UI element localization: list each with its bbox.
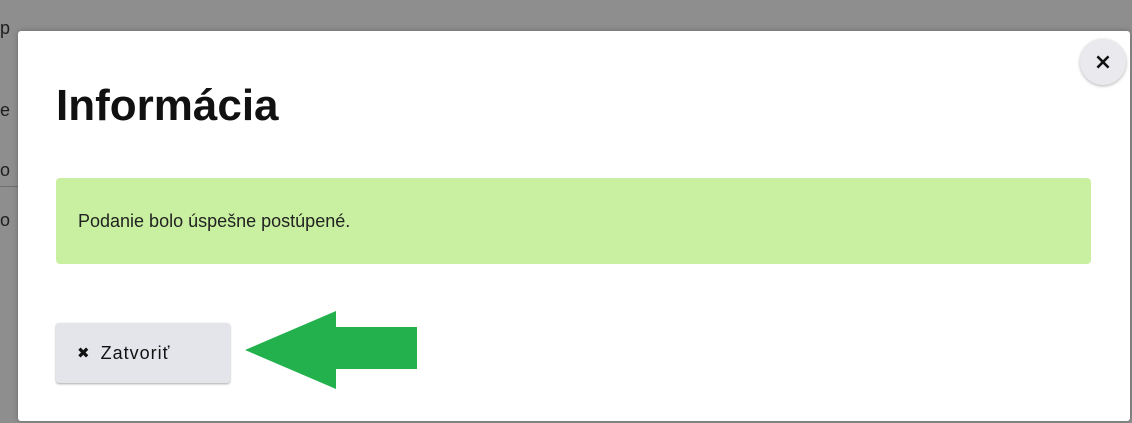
close-icon[interactable]: × <box>1080 39 1126 85</box>
alert-message: Podanie bolo úspešne postúpené. <box>78 210 351 231</box>
close-x-icon: ✖ <box>77 344 91 362</box>
background-text-fragment: e <box>0 100 11 120</box>
success-alert: Podanie bolo úspešne postúpené. <box>56 178 1091 264</box>
arrow-shape <box>245 311 417 389</box>
dialog-title: Informácia <box>56 81 279 130</box>
green-arrow-annotation <box>245 311 417 389</box>
background-divider <box>0 186 18 187</box>
close-button-label: Zatvoriť <box>100 342 171 363</box>
background-text-fragment: o <box>0 210 11 230</box>
background-text-fragment: o <box>0 160 11 180</box>
background-text-fragment: p <box>0 18 11 38</box>
close-button[interactable]: ✖ Zatvoriť <box>56 323 230 383</box>
